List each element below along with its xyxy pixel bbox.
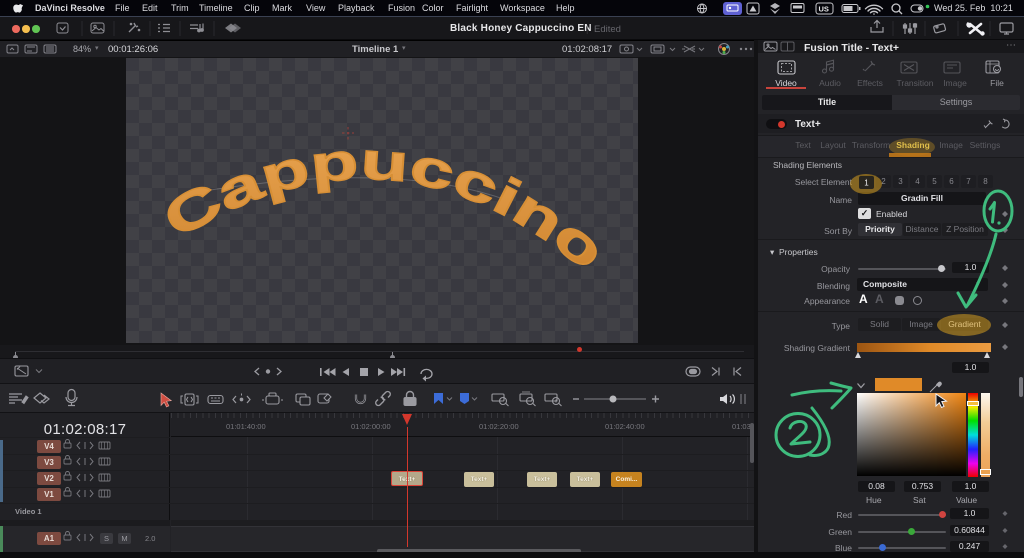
- svg-text:1: 1: [864, 179, 869, 188]
- svg-text:Cappuccino: Cappuccino: [154, 132, 615, 281]
